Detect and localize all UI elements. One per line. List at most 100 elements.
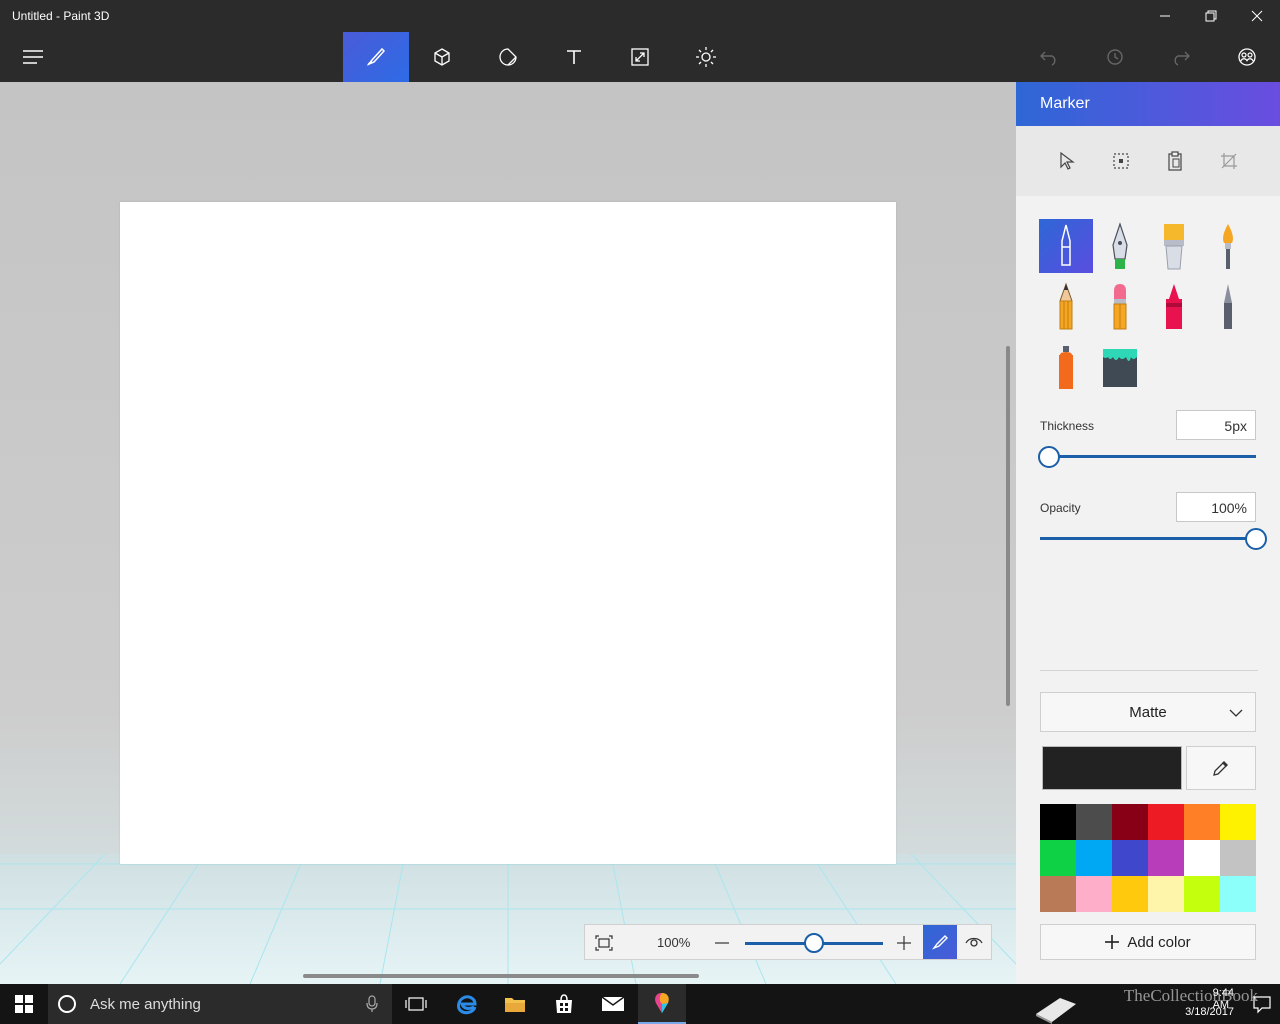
cortana-search-box[interactable]: Ask me anything xyxy=(48,984,392,1024)
zoom-slider-thumb[interactable] xyxy=(804,933,824,953)
brush-eraser[interactable] xyxy=(1093,279,1147,333)
color-swatch[interactable] xyxy=(1076,840,1112,876)
3d-view-button[interactable] xyxy=(957,925,991,959)
tool-panel: Marker Thickness 5px Opacity 100% Matte … xyxy=(1016,82,1280,984)
plus-icon xyxy=(1105,935,1120,949)
paste-button[interactable] xyxy=(1162,148,1188,174)
watermark-text: TheCollectionBook xyxy=(1123,986,1258,1005)
fit-to-screen-button[interactable] xyxy=(593,932,615,954)
panel-selection-tools xyxy=(1016,126,1280,196)
action-center-button[interactable] xyxy=(1252,994,1272,1017)
color-swatch[interactable] xyxy=(1220,876,1256,912)
brush-pixel-pen[interactable] xyxy=(1201,279,1255,333)
spray-can-icon xyxy=(1059,346,1073,389)
tab-art-tools[interactable] xyxy=(343,32,409,82)
task-view-button[interactable] xyxy=(392,984,440,1024)
color-swatch[interactable] xyxy=(1112,876,1148,912)
color-palette xyxy=(1040,804,1256,912)
start-button[interactable] xyxy=(0,984,48,1024)
floor-grid xyxy=(0,853,1016,984)
close-icon xyxy=(1251,10,1263,22)
zoom-out-button[interactable] xyxy=(711,932,733,954)
zoom-in-button[interactable] xyxy=(893,932,915,954)
eyedropper-button[interactable] xyxy=(1186,746,1256,790)
crop-icon xyxy=(1221,153,1237,169)
microphone-icon[interactable] xyxy=(366,995,378,1013)
mail-button[interactable] xyxy=(589,984,637,1024)
color-swatch[interactable] xyxy=(1040,804,1076,840)
title-bar: Untitled - Paint 3D xyxy=(0,0,1280,32)
brush-calligraphy-pen[interactable] xyxy=(1093,219,1147,273)
brush-fill[interactable] xyxy=(1093,339,1147,393)
crop-button[interactable] xyxy=(1216,148,1242,174)
finish-dropdown[interactable]: Matte xyxy=(1040,692,1256,732)
horizontal-scrollbar[interactable] xyxy=(303,974,699,978)
color-swatch[interactable] xyxy=(1148,804,1184,840)
brush-watercolor[interactable] xyxy=(1201,219,1255,273)
pencil-icon xyxy=(1059,282,1073,330)
select-tool-button[interactable] xyxy=(1054,148,1080,174)
tab-canvas[interactable] xyxy=(607,32,673,82)
color-swatch[interactable] xyxy=(1184,804,1220,840)
opacity-slider-thumb[interactable] xyxy=(1245,528,1267,550)
undo-icon xyxy=(1040,51,1056,66)
select-region-icon xyxy=(1113,153,1129,169)
clock-date[interactable]: 3/18/2017 xyxy=(1185,1006,1234,1018)
opacity-input[interactable]: 100% xyxy=(1176,492,1256,522)
undo-button[interactable] xyxy=(1016,32,1082,82)
close-button[interactable] xyxy=(1234,0,1280,32)
brush-oil[interactable] xyxy=(1147,219,1201,273)
color-swatch[interactable] xyxy=(1076,804,1112,840)
minimize-button[interactable] xyxy=(1142,0,1188,32)
drawing-canvas[interactable] xyxy=(120,202,896,864)
paint3d-taskbar-button[interactable] xyxy=(638,984,686,1024)
brush-crayon[interactable] xyxy=(1147,279,1201,333)
history-button[interactable] xyxy=(1082,32,1148,82)
mail-icon xyxy=(601,996,625,1011)
tab-3d-objects[interactable] xyxy=(409,32,475,82)
redo-button[interactable] xyxy=(1148,32,1214,82)
color-swatch[interactable] xyxy=(1184,840,1220,876)
edge-icon xyxy=(457,995,477,1015)
tab-text[interactable] xyxy=(541,32,607,82)
vertical-scrollbar[interactable] xyxy=(1006,346,1010,706)
color-swatch[interactable] xyxy=(1184,876,1220,912)
color-swatch[interactable] xyxy=(1040,876,1076,912)
color-swatch[interactable] xyxy=(1076,876,1112,912)
brush-spray-can[interactable] xyxy=(1039,339,1093,393)
remix-community-button[interactable] xyxy=(1214,32,1280,82)
2d-view-button[interactable] xyxy=(923,925,957,959)
tab-effects[interactable] xyxy=(673,32,739,82)
folder-icon xyxy=(505,998,525,1012)
file-explorer-button[interactable] xyxy=(491,984,539,1024)
window-title: Untitled - Paint 3D xyxy=(12,9,110,23)
color-swatch[interactable] xyxy=(1148,840,1184,876)
current-color-swatch[interactable] xyxy=(1042,746,1182,790)
color-swatch[interactable] xyxy=(1148,876,1184,912)
restore-button[interactable] xyxy=(1188,0,1234,32)
windows-logo-icon xyxy=(15,995,33,1013)
thickness-slider-track[interactable] xyxy=(1040,455,1256,458)
color-swatch[interactable] xyxy=(1220,804,1256,840)
thickness-slider-thumb[interactable] xyxy=(1037,446,1060,468)
thickness-input[interactable]: 5px xyxy=(1176,410,1256,440)
menu-button[interactable] xyxy=(0,32,66,82)
color-swatch[interactable] xyxy=(1040,840,1076,876)
marker-icon xyxy=(1061,224,1071,266)
color-swatch[interactable] xyxy=(1112,840,1148,876)
brush-pencil[interactable] xyxy=(1039,279,1093,333)
magic-select-button[interactable] xyxy=(1108,148,1134,174)
store-button[interactable] xyxy=(540,984,588,1024)
color-swatch[interactable] xyxy=(1220,840,1256,876)
opacity-slider-track[interactable] xyxy=(1040,537,1256,540)
search-placeholder: Ask me anything xyxy=(90,995,201,1013)
zoom-bar: 100% xyxy=(584,924,992,960)
brush-marker[interactable] xyxy=(1039,219,1093,273)
eyedropper-icon xyxy=(1213,761,1228,776)
color-swatch[interactable] xyxy=(1112,804,1148,840)
add-color-button[interactable]: Add color xyxy=(1040,924,1256,960)
edge-taskbar-button[interactable] xyxy=(442,984,490,1024)
redo-icon xyxy=(1174,51,1190,66)
tab-stickers[interactable] xyxy=(475,32,541,82)
3d-cube-icon xyxy=(434,48,450,66)
